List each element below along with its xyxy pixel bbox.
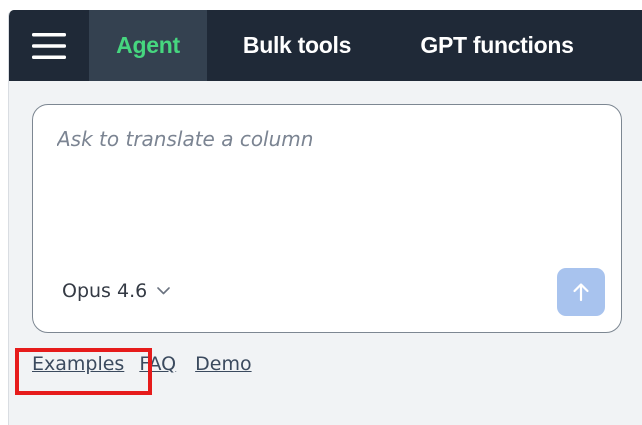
- hamburger-menu-icon: [32, 32, 66, 59]
- sidebar-panel: Agent Bulk tools GPT functions Opus 4.6 …: [8, 10, 642, 425]
- top-navbar: Agent Bulk tools GPT functions: [9, 10, 642, 81]
- prompt-composer: Opus 4.6: [32, 104, 622, 333]
- demo-link[interactable]: Demo: [195, 353, 251, 375]
- tab-agent[interactable]: Agent: [89, 10, 207, 81]
- model-selector-label: Opus 4.6: [62, 280, 148, 302]
- tab-gpt-functions[interactable]: GPT functions: [393, 10, 601, 81]
- prompt-input[interactable]: [57, 127, 577, 257]
- arrow-up-icon: [573, 283, 589, 302]
- tab-bulk-tools[interactable]: Bulk tools: [217, 10, 377, 81]
- faq-link[interactable]: FAQ: [139, 353, 176, 375]
- menu-button[interactable]: [9, 10, 89, 81]
- model-selector[interactable]: Opus 4.6: [62, 280, 171, 302]
- examples-link[interactable]: Examples: [32, 353, 124, 375]
- send-button[interactable]: [557, 268, 605, 316]
- help-links: Examples FAQ Demo: [32, 353, 252, 375]
- chevron-down-icon: [157, 287, 171, 295]
